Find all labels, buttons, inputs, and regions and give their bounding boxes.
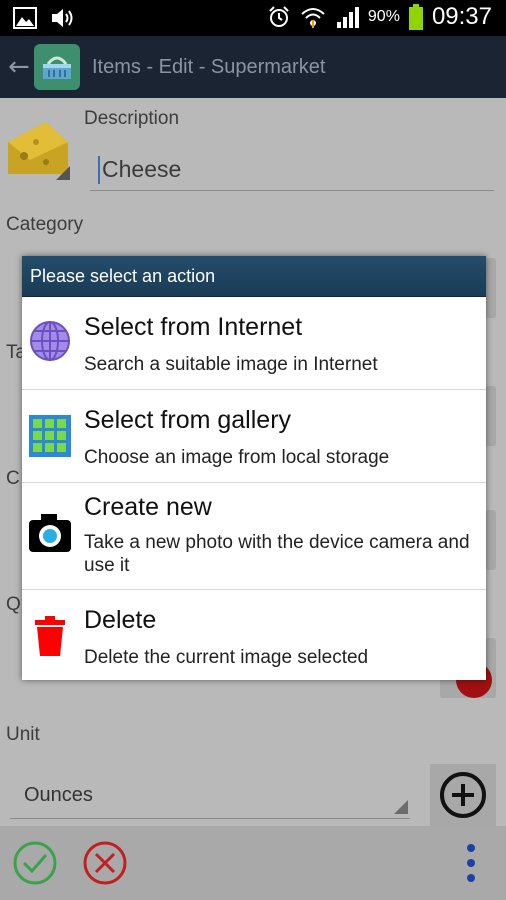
option-select-from-internet[interactable]: Select from Internet Search a suitable i… [22, 297, 486, 390]
cancel-icon[interactable] [82, 840, 128, 886]
description-label: Description [84, 108, 180, 129]
category-label: Category [6, 214, 84, 235]
item-image-thumbnail[interactable] [6, 112, 72, 182]
text-cursor [98, 156, 100, 184]
option-title: Delete [84, 606, 157, 634]
battery-percent: 90% [367, 8, 400, 25]
option-delete[interactable]: Delete Delete the current image selected [22, 590, 486, 680]
plus-circle-icon [440, 772, 486, 818]
partial-label-c: C [6, 468, 20, 489]
globe-icon [28, 319, 72, 363]
overflow-menu-icon[interactable] [448, 840, 494, 886]
trash-icon [28, 614, 72, 658]
description-value: Cheese [102, 156, 182, 182]
unit-value: Ounces [24, 784, 93, 806]
unit-label: Unit [6, 724, 40, 745]
back-arrow-icon[interactable]: ← [8, 52, 30, 82]
option-subtitle: Search a suitable image in Internet [84, 354, 378, 375]
partial-label-q: Q [6, 594, 21, 615]
camera-icon [28, 511, 72, 555]
action-bar: ← Items - Edit - Supermarket [0, 36, 506, 98]
option-title: Select from Internet [84, 313, 303, 341]
add-unit-button[interactable] [430, 764, 496, 826]
option-select-from-gallery[interactable]: Select from gallery Choose an image from… [22, 390, 486, 483]
check-icon[interactable] [12, 840, 58, 886]
option-create-new[interactable]: Create new Take a new photo with the dev… [22, 483, 486, 590]
dropdown-triangle-icon [394, 800, 408, 814]
option-subtitle: Delete the current image selected [84, 647, 369, 668]
unit-dropdown[interactable]: Ounces [10, 766, 410, 819]
option-title: Select from gallery [84, 406, 292, 434]
option-subtitle: Choose an image from local storage [84, 447, 390, 468]
page-title: Items - Edit - Supermarket [92, 55, 326, 78]
clock: 09:37 [431, 3, 492, 30]
option-title: Create new [84, 493, 212, 521]
option-subtitle: Take a new photo with the device camera … [84, 532, 470, 576]
alarm-icon [266, 5, 292, 29]
basket-icon[interactable] [34, 44, 80, 90]
grid-icon [28, 414, 72, 458]
bottom-bar [0, 826, 506, 900]
description-field[interactable]: Cheese [90, 150, 494, 191]
signal-icon [334, 5, 360, 29]
volume-icon [50, 6, 76, 30]
battery-icon [408, 4, 424, 30]
wifi-icon [300, 5, 326, 29]
image-icon [12, 6, 38, 30]
dialog-header: Please select an action [22, 256, 486, 297]
status-bar: 90% 09:37 [0, 0, 506, 36]
select-action-dialog: Please select an action Select from Inte… [22, 256, 486, 680]
